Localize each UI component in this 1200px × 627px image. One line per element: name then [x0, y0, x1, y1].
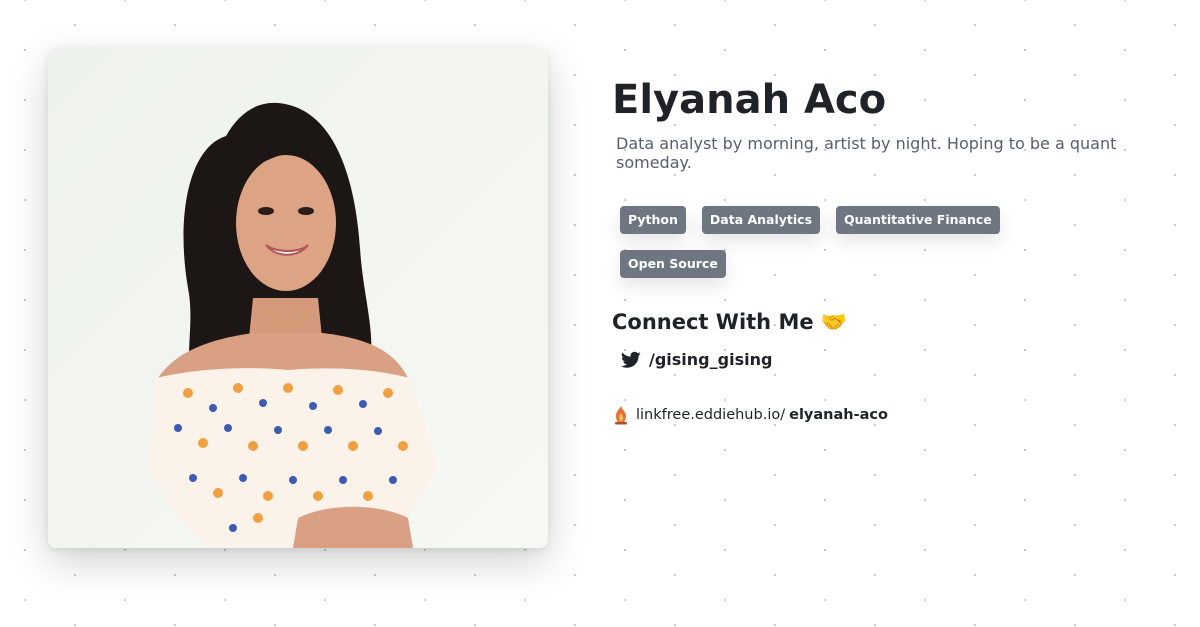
tag-list: Python Data Analytics Quantitative Finan… [612, 206, 1040, 294]
linkfree-logo-icon [615, 406, 627, 425]
profile-photo [48, 48, 548, 548]
profile-content: Elyanah Aco Data analyst by morning, art… [612, 72, 1152, 425]
linkfree-link[interactable]: linkfree.eddiehub.io/ elyanah-aco [612, 405, 1152, 425]
profile-photo-illustration [48, 48, 548, 548]
connect-heading: Connect With Me 🤝 [612, 310, 848, 334]
twitter-icon [621, 351, 641, 368]
profile-name: Elyanah Aco [612, 77, 887, 123]
profile-bio: Data analyst by morning, artist by night… [616, 134, 1117, 172]
tag-quantitative-finance[interactable]: Quantitative Finance [836, 206, 1000, 234]
tag-python[interactable]: Python [620, 206, 686, 234]
tag-data-analytics[interactable]: Data Analytics [701, 206, 821, 234]
twitter-link[interactable]: /gising_gising [621, 350, 1152, 369]
twitter-handle: /gising_gising [649, 350, 773, 369]
tag-open-source[interactable]: Open Source [620, 250, 726, 278]
linkfree-username: elyanah-aco [789, 407, 888, 423]
linkfree-domain: linkfree.eddiehub.io/ [636, 407, 786, 423]
